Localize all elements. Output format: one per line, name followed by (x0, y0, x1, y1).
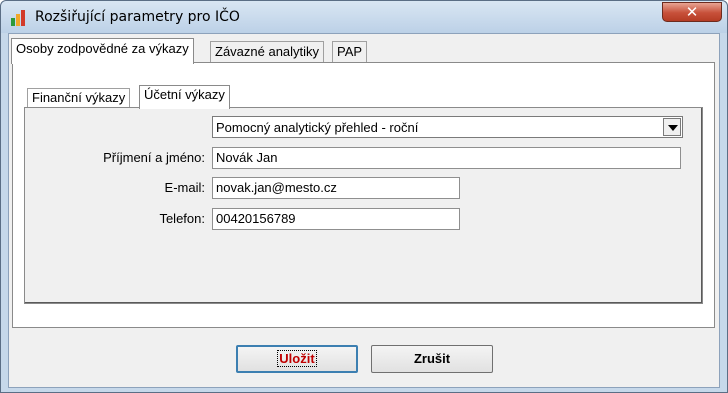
chevron-down-icon[interactable] (663, 118, 681, 136)
close-button[interactable]: ✕ (662, 2, 722, 22)
cancel-button[interactable]: Zrušit (371, 345, 493, 373)
window-title: Rozšiřující parametry pro IČO (35, 9, 240, 25)
name-field[interactable]: Novák Jan (212, 147, 681, 169)
close-icon: ✕ (685, 3, 699, 21)
dialog-window: Rozšiřující parametry pro IČO ✕ Osoby zo… (0, 0, 728, 393)
report-type-value: Pomocný analytický přehled - roční (216, 120, 419, 135)
phone-label: Telefon: (159, 211, 205, 226)
title-bar[interactable]: Rozšiřující parametry pro IČO ✕ (1, 1, 727, 33)
name-label: Příjmení a jméno: (103, 150, 205, 165)
subtab-panel: Pomocný analytický přehled - roční Příjm… (24, 107, 703, 304)
tab-ucetni-vykazy[interactable]: Účetní výkazy (139, 85, 230, 109)
tab-osoby-zodpovedne[interactable]: Osoby zodpovědné za výkazy (11, 38, 194, 64)
email-field[interactable]: novak.jan@mesto.cz (212, 177, 460, 199)
save-button[interactable]: Uložit (236, 345, 358, 373)
dialog-client-area: Osoby zodpovědné za výkazy Závazné analy… (8, 33, 720, 388)
email-label: E-mail: (164, 180, 205, 195)
report-type-select[interactable]: Pomocný analytický přehled - roční (212, 116, 683, 138)
bar-chart-icon (10, 10, 26, 26)
tab-pap[interactable]: PAP (332, 41, 368, 63)
tab-zavazne-analytiky[interactable]: Závazné analytiky (210, 41, 325, 63)
tab-financni-vykazy[interactable]: Finanční výkazy (27, 88, 131, 108)
save-button-label: Uložit (277, 350, 317, 367)
phone-field[interactable]: 00420156789 (212, 208, 460, 230)
